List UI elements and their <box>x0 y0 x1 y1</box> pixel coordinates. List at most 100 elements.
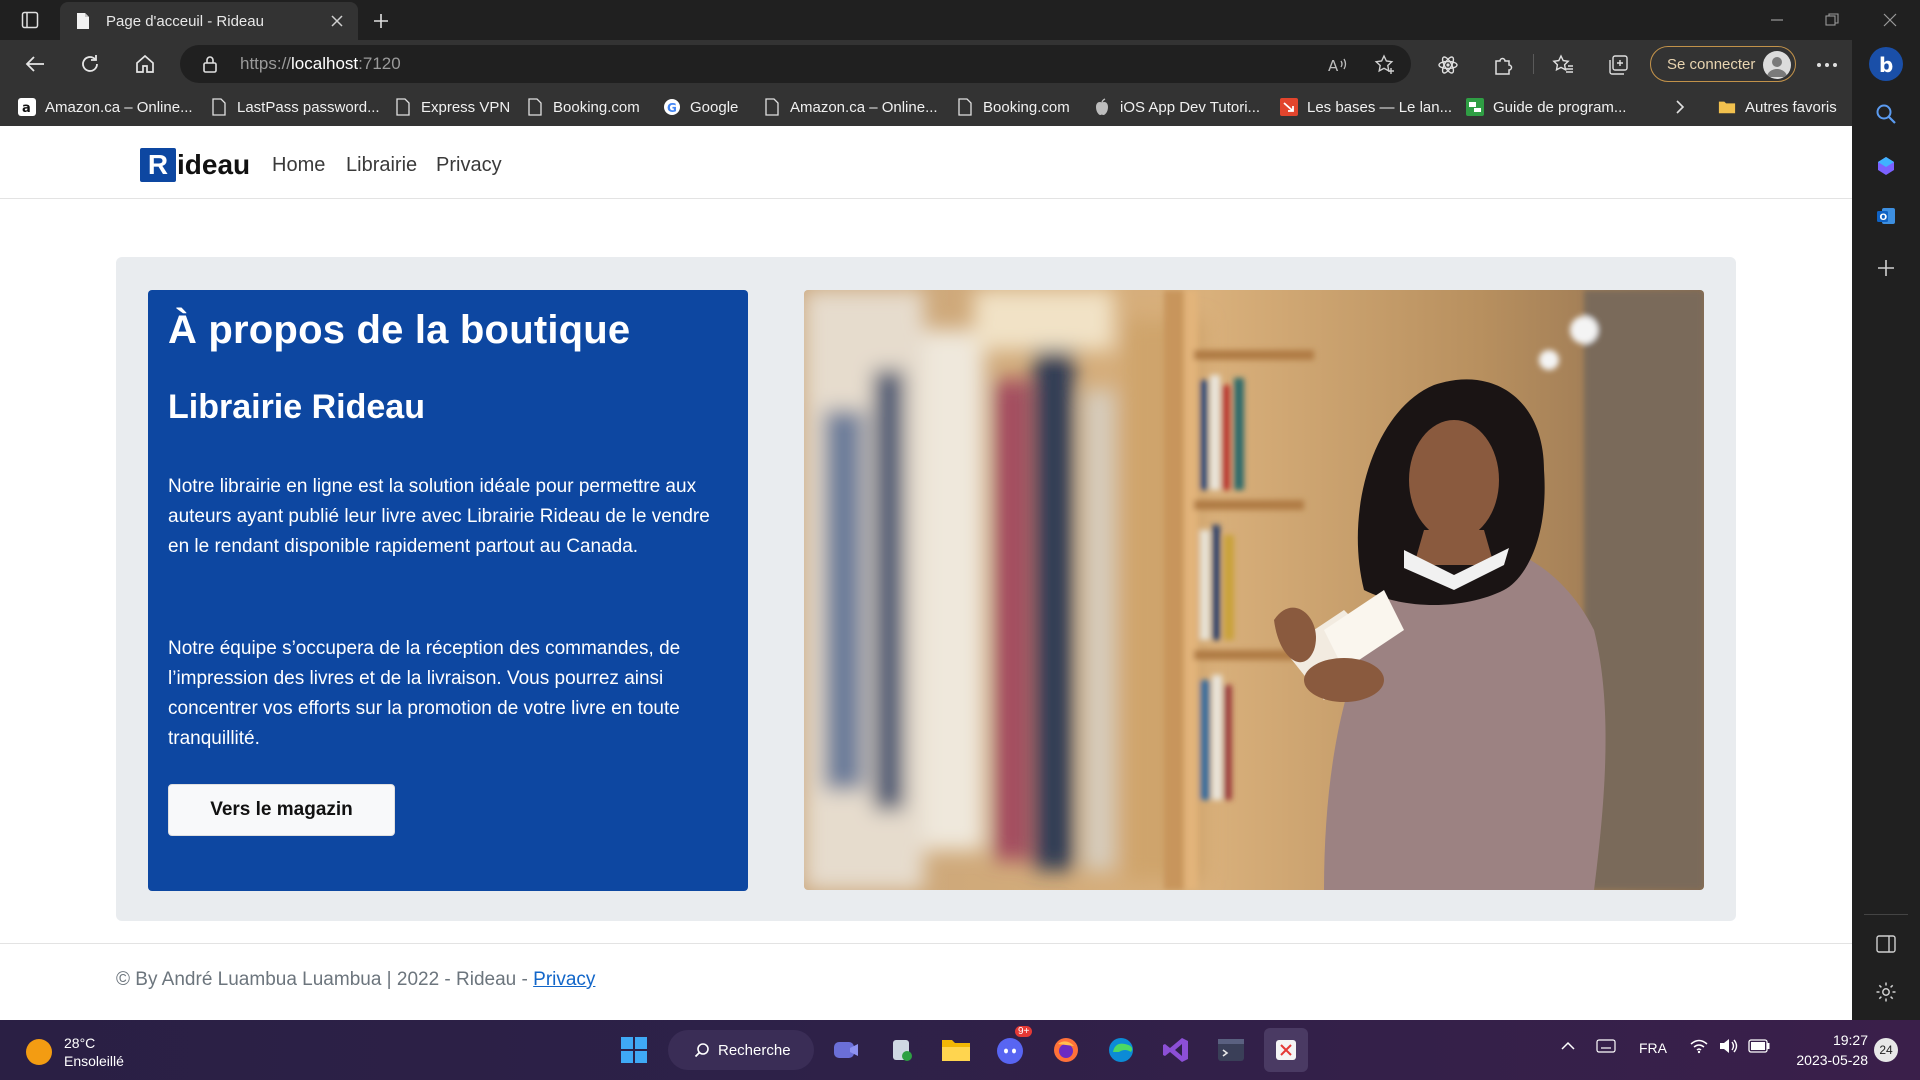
outlook-icon[interactable]: O <box>1870 200 1902 232</box>
close-window-icon[interactable] <box>1876 8 1904 32</box>
bookmark-item[interactable]: Express VPN <box>394 95 510 119</box>
teams-chat-icon[interactable] <box>828 1032 864 1068</box>
nav-privacy[interactable]: Privacy <box>436 154 502 177</box>
svg-text:a: a <box>22 101 31 116</box>
bookmark-label: Amazon.ca – Online... <box>45 98 193 116</box>
bookmark-item[interactable]: Guide de program... <box>1466 95 1626 119</box>
favorites-icon[interactable] <box>1550 52 1576 78</box>
firefox-icon[interactable] <box>1048 1032 1084 1068</box>
bookmark-label: Amazon.ca – Online... <box>790 98 938 116</box>
terminal-icon[interactable] <box>1213 1032 1249 1068</box>
about-subtitle: Librairie Rideau <box>168 388 425 426</box>
refresh-icon[interactable] <box>73 48 107 80</box>
about-paragraph-2: Notre équipe s’occupera de la réception … <box>168 638 681 749</box>
sun-icon <box>26 1039 52 1065</box>
weather-widget[interactable]: 28°C Ensoleillé <box>26 1034 124 1070</box>
page-icon <box>210 98 228 116</box>
discord-icon[interactable]: 9+ <box>993 1026 1033 1068</box>
home-icon[interactable] <box>128 48 162 80</box>
page-icon <box>394 98 412 116</box>
amazon-icon: a <box>18 98 36 116</box>
url-text[interactable]: https://localhost:7120 <box>240 54 401 74</box>
about-paragraph-1: Notre librairie en ligne est la solution… <box>168 476 710 557</box>
add-sidebar-app-icon[interactable] <box>1870 252 1902 284</box>
about-card: À propos de la boutique Librairie Rideau… <box>148 290 748 891</box>
profile-avatar-icon <box>1763 51 1791 79</box>
restore-icon[interactable] <box>1818 8 1846 32</box>
close-tab-icon[interactable] <box>326 10 348 32</box>
language-indicator[interactable]: FRA <box>1639 1040 1667 1056</box>
nav-home[interactable]: Home <box>272 154 325 177</box>
lock-icon[interactable] <box>202 55 218 73</box>
folder-icon <box>1718 98 1736 116</box>
system-clock[interactable]: 19:27 2023-05-28 <box>1786 1030 1868 1070</box>
discord-badge: 9+ <box>1015 1026 1033 1037</box>
bookmark-item[interactable]: iOS App Dev Tutori... <box>1093 95 1260 119</box>
bookmark-item[interactable]: a Amazon.ca – Online... <box>18 95 193 119</box>
apple-icon <box>1093 98 1111 116</box>
edge-icon[interactable] <box>1103 1032 1139 1068</box>
battery-icon[interactable] <box>1748 1039 1770 1053</box>
bookmarks-bar: a Amazon.ca – Online... LastPass passwor… <box>0 88 1856 126</box>
more-menu-icon[interactable] <box>1814 52 1840 78</box>
volume-icon[interactable] <box>1718 1038 1738 1054</box>
wifi-icon[interactable] <box>1690 1038 1708 1054</box>
bookstore-photo <box>804 290 1704 890</box>
bookmark-label: Express VPN <box>421 98 511 116</box>
sidebar-settings-gear-icon[interactable] <box>1870 976 1902 1008</box>
other-favorites-folder[interactable]: Autres favoris <box>1718 95 1837 119</box>
read-aloud-icon[interactable]: A <box>1325 53 1351 77</box>
add-favorite-icon[interactable] <box>1372 53 1398 77</box>
bookmark-item[interactable]: Booking.com <box>956 95 1070 119</box>
collections-icon[interactable] <box>1605 52 1631 78</box>
tab-actions-icon[interactable] <box>16 8 44 32</box>
footer-privacy-link[interactable]: Privacy <box>533 969 595 990</box>
extensions-icon[interactable] <box>1490 52 1516 78</box>
bing-chat-icon[interactable]: b <box>1866 44 1906 84</box>
hide-sidebar-icon[interactable] <box>1870 928 1902 960</box>
bookmark-item[interactable]: G Google <box>663 95 738 119</box>
bookmarks-overflow-chevron-icon[interactable] <box>1674 95 1686 119</box>
visual-studio-icon[interactable] <box>1158 1032 1194 1068</box>
nav-librairie[interactable]: Librairie <box>346 154 417 177</box>
bookmark-item[interactable]: Amazon.ca – Online... <box>763 95 938 119</box>
bookmark-item[interactable]: Les bases — Le lan... <box>1280 95 1452 119</box>
web-page: R ideau Home Librairie Privacy À propos … <box>0 126 1852 1020</box>
toolbar-divider <box>1533 54 1534 74</box>
windows-taskbar: 28°C Ensoleillé Recherche 9+ FRA 19:27 2… <box>0 1020 1920 1080</box>
brand-logo[interactable]: R ideau <box>140 148 250 182</box>
browser-toolbar: https://localhost:7120 A Se connecter <box>0 40 1856 88</box>
sign-in-label: Se connecter <box>1667 55 1756 73</box>
bookmark-item[interactable]: Booking.com <box>526 95 640 119</box>
bookmark-label: Booking.com <box>983 98 1070 116</box>
file-explorer-icon[interactable] <box>938 1032 974 1068</box>
copilot-sidebar-icon[interactable] <box>1870 150 1902 182</box>
snipping-tool-icon[interactable] <box>1264 1028 1308 1072</box>
keyboard-icon[interactable] <box>1596 1039 1616 1053</box>
weather-condition: Ensoleillé <box>64 1053 124 1069</box>
green-app-icon <box>1466 98 1484 116</box>
browser-title-bar: Page d'acceuil - Rideau <box>0 0 1920 40</box>
temperature: 28°C <box>64 1035 96 1051</box>
address-bar[interactable]: https://localhost:7120 A <box>180 45 1411 83</box>
search-icon[interactable] <box>1870 98 1902 130</box>
bookmark-item[interactable]: LastPass password... <box>210 95 380 119</box>
show-hidden-icons-chevron-icon[interactable] <box>1560 1038 1576 1054</box>
sign-in-button[interactable]: Se connecter <box>1650 46 1796 82</box>
minimize-icon[interactable] <box>1763 8 1791 32</box>
taskbar-search-icon <box>694 1043 709 1058</box>
bookmark-label: Guide de program... <box>1493 98 1627 116</box>
taskbar-search-label: Recherche <box>718 1041 791 1059</box>
file-recycle-icon[interactable] <box>883 1032 919 1068</box>
clock-time: 19:27 <box>1832 1032 1868 1048</box>
copilot-atom-icon[interactable] <box>1435 52 1461 78</box>
browser-tab-active[interactable]: Page d'acceuil - Rideau <box>60 2 358 40</box>
new-tab-icon[interactable] <box>368 8 394 34</box>
store-button[interactable]: Vers le magazin <box>168 784 395 836</box>
notification-count-badge[interactable]: 24 <box>1874 1038 1898 1062</box>
windows-start-icon[interactable] <box>616 1032 652 1068</box>
taskbar-search[interactable]: Recherche <box>668 1030 814 1070</box>
back-icon[interactable] <box>18 48 52 80</box>
page-icon <box>956 98 974 116</box>
bookmark-label: LastPass password... <box>237 98 380 116</box>
